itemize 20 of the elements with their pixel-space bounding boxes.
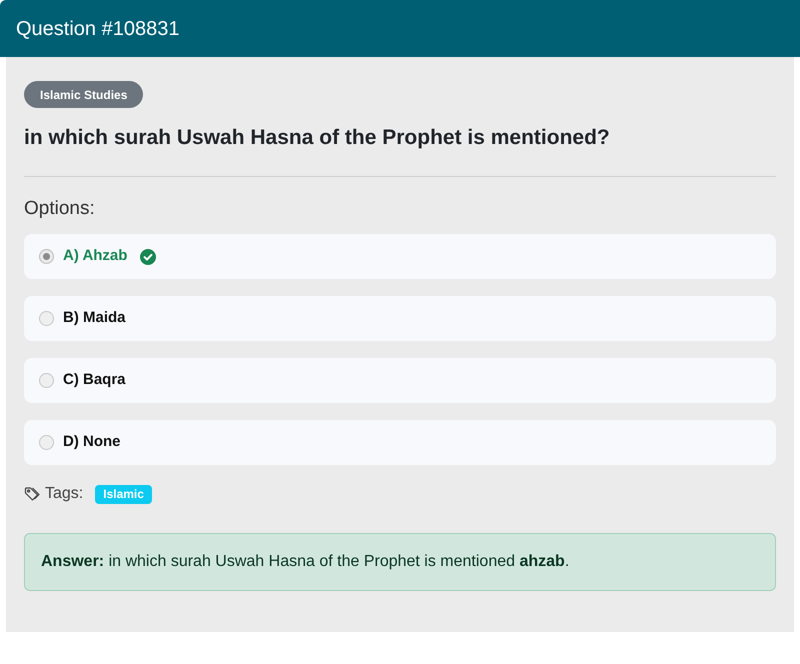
tags-label: Tags: <box>45 484 84 504</box>
radio-button[interactable] <box>39 373 54 388</box>
option-label: D) None <box>63 432 120 452</box>
answer-text: Answer: in which surah Uswah Hasna of the Prophet is mentioned ahzab. <box>41 552 570 572</box>
option-label: A) Ahzab <box>63 246 128 266</box>
question-title: Question #108831 <box>16 16 180 42</box>
radio-button[interactable] <box>39 311 54 326</box>
radio-button[interactable] <box>39 249 54 264</box>
option-row[interactable]: A) Ahzab <box>24 234 776 279</box>
options-heading: Options: <box>24 197 96 221</box>
category-badge: Islamic Studies <box>24 81 144 108</box>
option-label: C) Baqra <box>63 370 126 390</box>
radio-button[interactable] <box>39 435 54 450</box>
question-text: in which surah Uswah Hasna of the Prophet is mentioned? <box>24 125 611 151</box>
option-row[interactable]: C) Baqra <box>24 358 776 403</box>
option-row[interactable]: B) Maida <box>24 296 776 341</box>
option-label: B) Maida <box>63 308 126 328</box>
tag-icon <box>24 486 40 502</box>
option-row[interactable]: D) None <box>24 420 776 465</box>
check-circle-icon <box>140 248 156 264</box>
